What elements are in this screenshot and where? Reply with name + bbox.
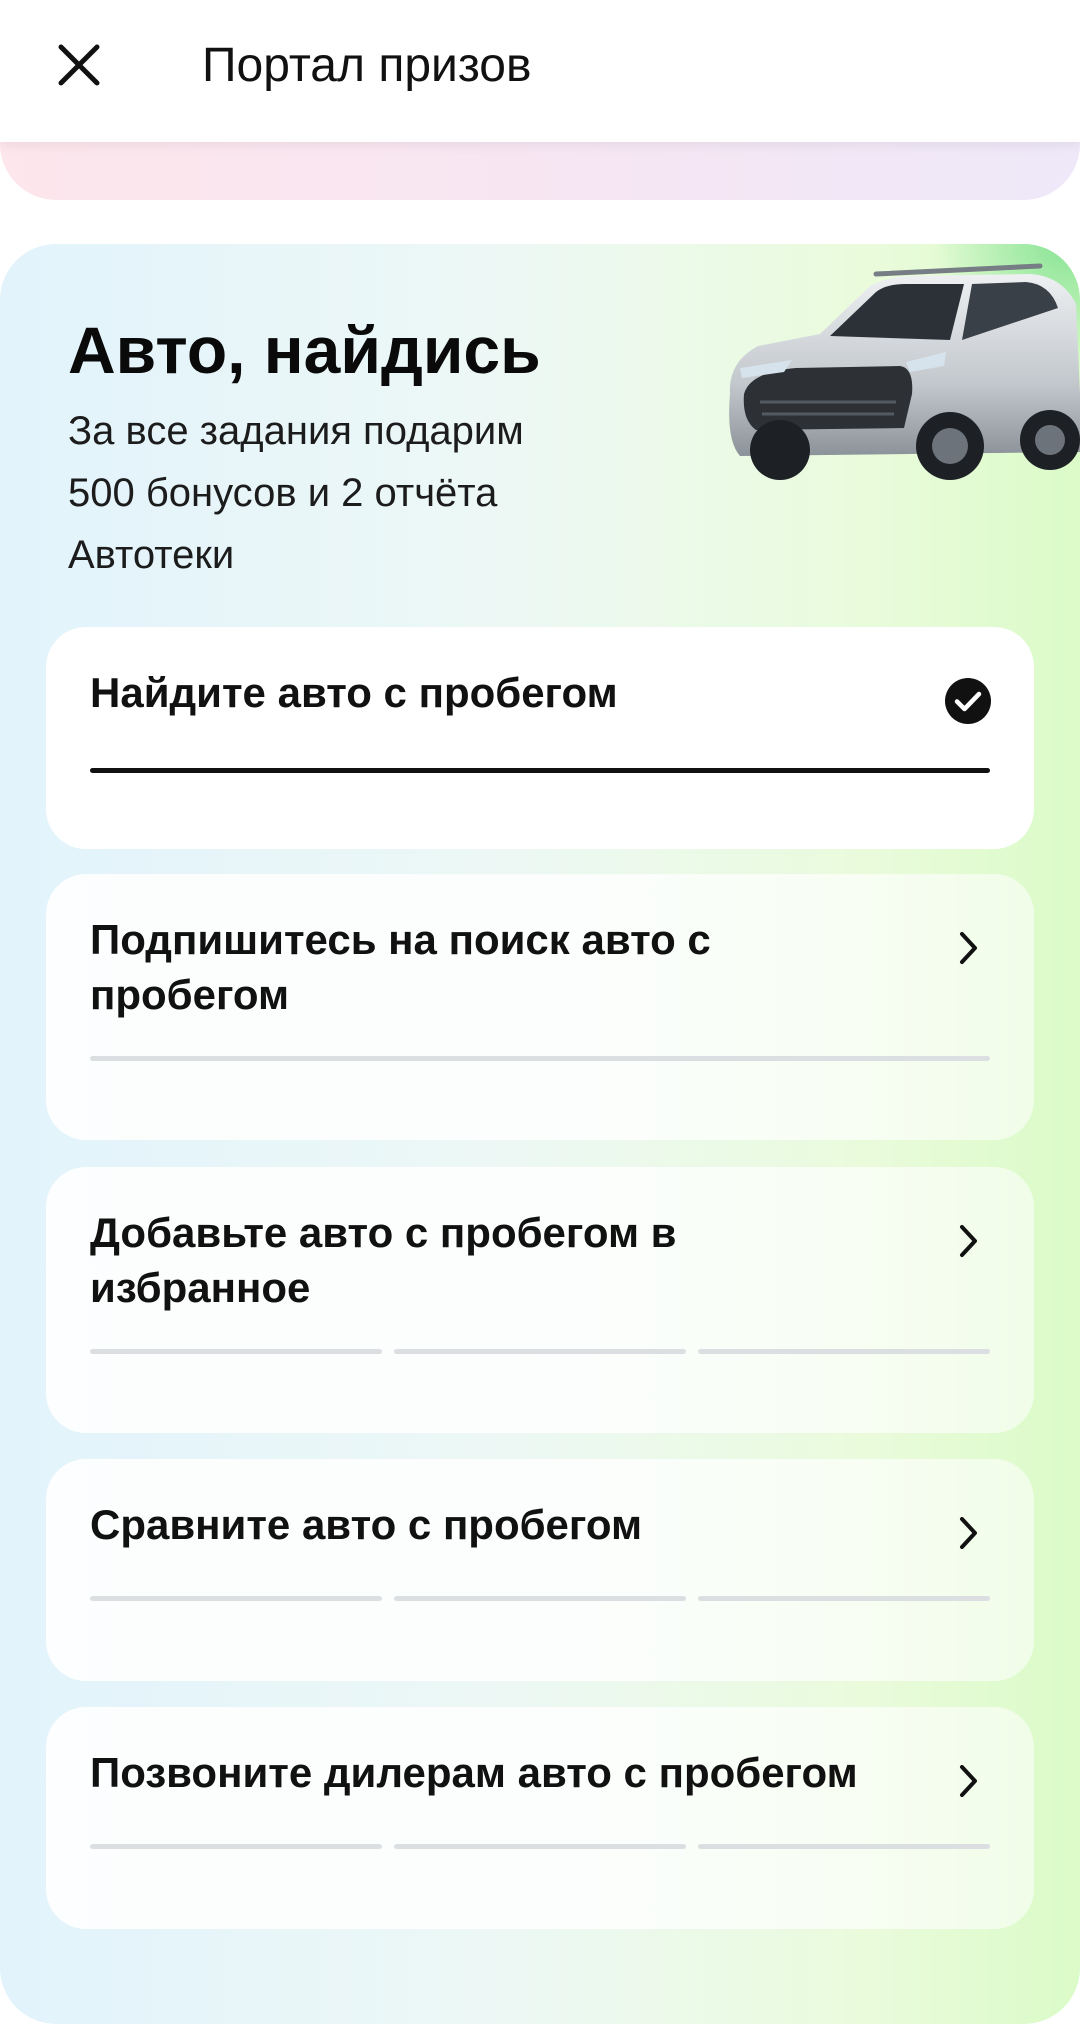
task-subscribe-search[interactable]: Подпишитесь на поиск авто с пробегом (46, 874, 1034, 1140)
task-label: Позвоните дилерам авто с пробегом (90, 1749, 858, 1796)
task-progress (90, 1056, 990, 1061)
car-illustration (729, 244, 1080, 480)
progress-segment (698, 1844, 990, 1849)
page-title: Портал призов (202, 39, 532, 92)
progress-segment (90, 1056, 990, 1061)
progress-segment (394, 1844, 686, 1849)
task-progress (90, 1844, 990, 1849)
close-icon (58, 44, 100, 86)
progress-segment (394, 1596, 686, 1601)
progress-segment (90, 1596, 382, 1601)
progress-segment (90, 1844, 382, 1849)
progress-segment (90, 768, 990, 773)
chevron-right-icon (944, 1217, 992, 1265)
close-button[interactable] (46, 32, 112, 98)
chevron-right-icon (944, 1757, 992, 1805)
progress-segment (90, 1349, 382, 1354)
task-call-dealers[interactable]: Позвоните дилерам авто с пробегом (46, 1707, 1034, 1929)
task-find-used-car[interactable]: Найдите авто с пробегом (46, 627, 1034, 849)
promo-card: Авто, найдись За все задания подарим 500… (0, 244, 1080, 2024)
check-circle-icon (944, 677, 992, 725)
progress-segment (698, 1596, 990, 1601)
task-label: Найдите авто с пробегом (90, 669, 618, 716)
task-add-to-favorites[interactable]: Добавьте авто с пробегом в избранное (46, 1167, 1034, 1433)
task-label: Подпишитесь на поиск авто с пробегом (90, 916, 711, 1018)
chevron-right-icon (944, 1509, 992, 1557)
progress-segment (394, 1349, 686, 1354)
task-label: Добавьте авто с пробегом в избранное (90, 1209, 677, 1311)
task-compare-cars[interactable]: Сравните авто с пробегом (46, 1459, 1034, 1681)
task-progress (90, 768, 990, 773)
top-bar: Портал призов (0, 0, 1080, 142)
promo-title: Авто, найдись (68, 313, 541, 387)
chevron-right-icon (944, 924, 992, 972)
task-label: Сравните авто с пробегом (90, 1501, 643, 1548)
promo-subtitle: За все задания подарим 500 бонусов и 2 о… (68, 409, 524, 577)
task-progress (90, 1349, 990, 1354)
progress-segment (698, 1349, 990, 1354)
task-progress (90, 1596, 990, 1601)
